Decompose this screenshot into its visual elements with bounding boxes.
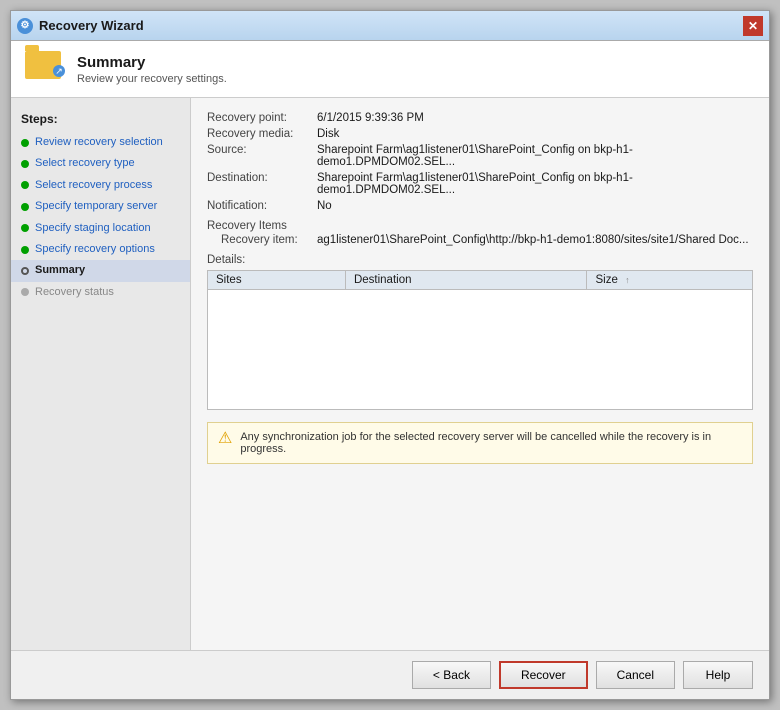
recovery-item-row: Recovery item: ag1listener01\SharePoint_…: [207, 234, 753, 246]
warning-box: ⚠ Any synchronization job for the select…: [207, 422, 753, 464]
title-bar-left: ⚙ Recovery Wizard: [17, 18, 144, 34]
cancel-button[interactable]: Cancel: [596, 661, 675, 689]
folder-icon: ↗: [25, 51, 61, 79]
steps-label: Steps:: [11, 108, 190, 132]
empty-row: [208, 290, 753, 410]
col-sites: Sites: [208, 271, 346, 290]
destination-row: Destination: Sharepoint Farm\ag1listener…: [207, 172, 753, 196]
page-subtitle: Review your recovery settings.: [77, 73, 227, 85]
sidebar-item-review-recovery-selection[interactable]: Review recovery selection: [11, 132, 190, 153]
col-size: Size ↑: [587, 271, 753, 290]
sort-icon: ↑: [625, 275, 630, 285]
source-row: Source: Sharepoint Farm\ag1listener01\Sh…: [207, 144, 753, 168]
sidebar-item-label: Specify recovery options: [35, 242, 155, 257]
sidebar-item-summary[interactable]: Summary: [11, 260, 190, 281]
sidebar-item-label: Select recovery type: [35, 156, 135, 171]
header-text: Summary Review your recovery settings.: [77, 54, 227, 85]
header-section: ↗ Summary Review your recovery settings.: [11, 41, 769, 98]
dot-current: [21, 267, 29, 275]
sidebar-item-specify-recovery-options[interactable]: Specify recovery options: [11, 239, 190, 260]
help-button[interactable]: Help: [683, 661, 753, 689]
dot-completed: [21, 246, 29, 254]
sidebar-item-label: Review recovery selection: [35, 135, 163, 150]
footer: < Back Recover Cancel Help: [11, 650, 769, 699]
destination-label: Destination:: [207, 172, 317, 196]
sidebar-item-select-recovery-process[interactable]: Select recovery process: [11, 175, 190, 196]
recovery-media-label: Recovery media:: [207, 128, 317, 140]
recovery-point-label: Recovery point:: [207, 112, 317, 124]
dot-inactive: [21, 288, 29, 296]
app-icon: ⚙: [17, 18, 33, 34]
source-value: Sharepoint Farm\ag1listener01\SharePoint…: [317, 144, 753, 168]
dot-completed: [21, 203, 29, 211]
sidebar-item-label: Select recovery process: [35, 178, 152, 193]
notification-row: Notification: No: [207, 200, 753, 212]
details-section: Details: Sites Destination Size: [207, 254, 753, 410]
dot-completed: [21, 181, 29, 189]
notification-value: No: [317, 200, 753, 212]
table-body: [208, 290, 753, 410]
col-destination: Destination: [345, 271, 587, 290]
recovery-items-header: Recovery Items: [207, 220, 753, 232]
notification-label: Notification:: [207, 200, 317, 212]
window-title: Recovery Wizard: [39, 18, 144, 33]
recovery-item-label: Recovery item:: [207, 234, 317, 246]
dot-completed: [21, 139, 29, 147]
recover-button[interactable]: Recover: [499, 661, 588, 689]
page-title: Summary: [77, 54, 227, 71]
sidebar-item-select-recovery-type[interactable]: Select recovery type: [11, 153, 190, 174]
warning-icon: ⚠: [218, 431, 232, 447]
destination-value: Sharepoint Farm\ag1listener01\SharePoint…: [317, 172, 753, 196]
recovery-point-row: Recovery point: 6/1/2015 9:39:36 PM: [207, 112, 753, 124]
sidebar-item-recovery-status[interactable]: Recovery status: [11, 282, 190, 303]
dot-completed: [21, 160, 29, 168]
recovery-media-value: Disk: [317, 128, 753, 140]
sidebar-item-label: Specify temporary server: [35, 199, 157, 214]
sidebar: Steps: Review recovery selection Select …: [11, 98, 191, 650]
main-window: ⚙ Recovery Wizard ✕ ↗ Summary Review you…: [10, 10, 770, 700]
sidebar-item-label: Recovery status: [35, 285, 114, 300]
sidebar-item-label: Summary: [35, 263, 85, 278]
warning-text: Any synchronization job for the selected…: [240, 431, 742, 455]
recovery-item-value: ag1listener01\SharePoint_Config\http://b…: [317, 234, 753, 246]
sidebar-item-specify-staging-location[interactable]: Specify staging location: [11, 218, 190, 239]
sidebar-item-label: Specify staging location: [35, 221, 151, 236]
source-label: Source:: [207, 144, 317, 168]
main-panel: Recovery point: 6/1/2015 9:39:36 PM Reco…: [191, 98, 769, 650]
title-bar: ⚙ Recovery Wizard ✕: [11, 11, 769, 41]
back-button[interactable]: < Back: [412, 661, 491, 689]
details-label: Details:: [207, 254, 753, 266]
recovery-media-row: Recovery media: Disk: [207, 128, 753, 140]
dot-completed: [21, 224, 29, 232]
sidebar-item-specify-temporary-server[interactable]: Specify temporary server: [11, 196, 190, 217]
header-icon: ↗: [25, 51, 65, 87]
close-button[interactable]: ✕: [743, 16, 763, 36]
folder-arrow-icon: ↗: [53, 65, 65, 77]
content-area: Steps: Review recovery selection Select …: [11, 98, 769, 650]
recovery-point-value: 6/1/2015 9:39:36 PM: [317, 112, 753, 124]
details-table: Sites Destination Size ↑: [207, 270, 753, 410]
